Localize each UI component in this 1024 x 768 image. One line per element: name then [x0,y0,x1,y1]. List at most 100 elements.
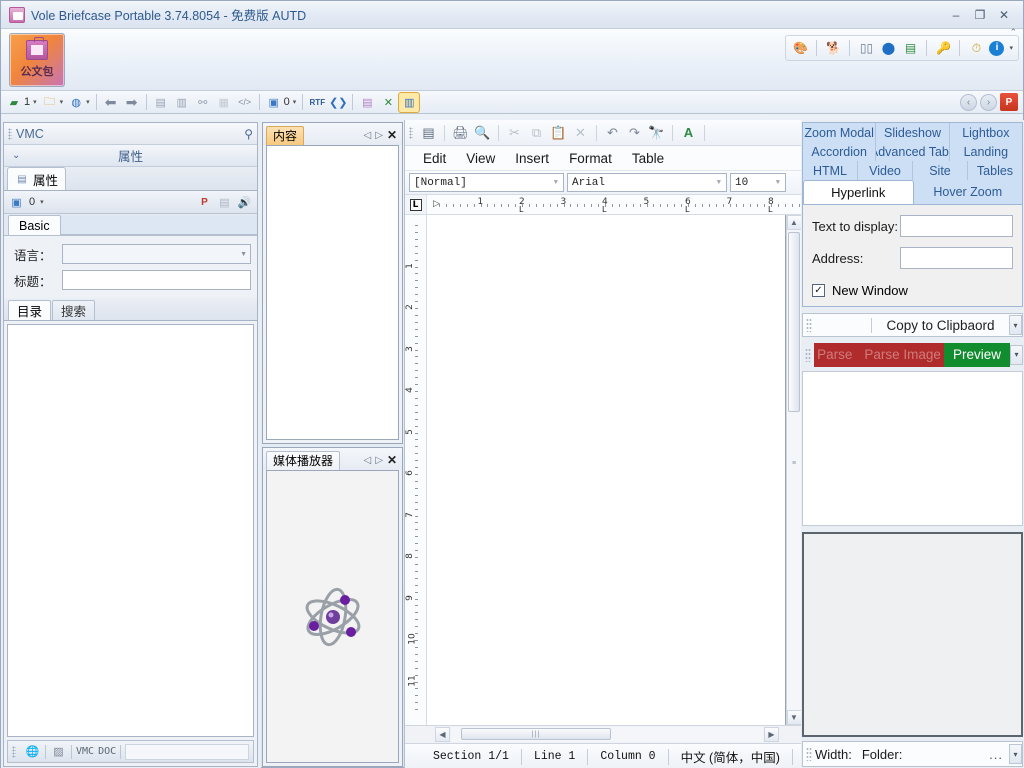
menu-format[interactable]: Format [559,149,622,168]
scroll-split-handle[interactable]: ≡ [789,460,800,469]
title-input[interactable] [62,270,251,290]
dog-icon[interactable]: 🐕 [824,39,842,57]
tab-accordion[interactable]: Accordion [803,142,876,161]
chevron-down-icon[interactable]: ▼ [773,179,783,187]
toolbar-compare-button[interactable]: ❮❯ [328,93,348,112]
parse-image-button[interactable]: Parse Image [864,347,941,362]
new-window-checkbox[interactable]: ✓ [812,284,825,297]
toolbar-window-button[interactable]: ▣ 0 ▾ [264,93,299,112]
chevron-down-icon[interactable]: ▼ [240,251,247,258]
vmc-image-icon[interactable]: ▨ [50,743,67,760]
close-icon[interactable]: ✕ [387,453,397,467]
find-icon[interactable]: 🔭 [646,123,667,143]
scroll-up-button[interactable]: ▲ [787,215,802,230]
tab-advanced-tabs[interactable]: Advanced Tabs [876,142,949,161]
menu-insert[interactable]: Insert [505,149,559,168]
paste-icon[interactable]: 📋 [548,123,569,143]
tab-basic[interactable]: Basic [8,215,61,235]
menu-view[interactable]: View [456,149,505,168]
tab-stop-selector[interactable]: L [405,195,427,214]
chevron-down-icon[interactable]: ▼ [551,179,561,187]
highway-shield-icon[interactable]: ⬤ [879,39,897,57]
close-icon[interactable]: ✕ [387,128,397,142]
copy-to-clipboard-button[interactable]: Copy to Clipbaord [872,318,1009,333]
tab-stop-marker[interactable]: L [519,205,523,214]
next-icon[interactable]: ▷ [375,130,383,141]
close-button[interactable]: ✕ [993,6,1015,24]
contents-tree[interactable] [7,324,254,737]
toolbar-save-page-button[interactable]: ▤ [151,93,171,112]
powerpoint-icon[interactable]: P [196,194,213,211]
indent-marker-icon[interactable]: ▷ [433,198,440,209]
tab-hyperlink[interactable]: Hyperlink [803,180,914,204]
properties-section-header[interactable]: ⌄ 属性 [4,145,257,167]
toolbar-overflow-icon[interactable]: ▾ [1009,315,1022,335]
tab-zoom-modal[interactable]: Zoom Modal [803,123,876,142]
drag-grip-icon[interactable] [805,348,811,362]
maximize-button[interactable]: ❐ [969,6,991,24]
sound-icon[interactable]: 🔊 [236,194,253,211]
tab-tables[interactable]: Tables [968,161,1022,180]
tab-contents[interactable]: 目录 [8,300,51,320]
vertical-scroll-thumb[interactable] [788,232,800,412]
print-preview-icon[interactable]: 🔍 [472,123,493,143]
drag-grip-icon[interactable] [806,318,812,332]
toolbar-disc-button[interactable]: ◍ ▾ [66,93,92,112]
briefcase-app-button[interactable]: 公文包 [9,33,65,87]
globe-icon[interactable]: 🌐 [24,743,41,760]
scroll-right-button[interactable]: ▶ [764,727,779,742]
text-to-display-input[interactable] [900,215,1013,237]
preview-button[interactable]: Preview [944,343,1010,367]
horizontal-scrollbar[interactable]: ◀ ||| ▶ [405,725,801,743]
print-icon[interactable]: 🖨 [450,123,471,143]
tab-landing[interactable]: Landing [950,142,1022,161]
note-icon[interactable]: ▤ [216,194,233,211]
horizontal-scroll-track[interactable]: ||| [451,727,763,742]
drag-grip-icon[interactable] [8,128,12,140]
horizontal-ruler-track[interactable]: 12L34L56L78L9▷ [427,195,801,214]
undo-icon[interactable]: ↶ [602,123,623,143]
tab-search[interactable]: 搜索 [52,300,95,320]
chevron-down-icon[interactable]: ⌄ [12,150,20,161]
tab-media-player[interactable]: 媒体播放器 [266,451,340,470]
more-options-icon[interactable]: ... [989,747,1009,762]
horizontal-scroll-thumb[interactable]: ||| [461,728,611,740]
address-input[interactable] [900,247,1013,269]
toolbar-script-button[interactable]: ✕ [378,93,398,112]
chevron-down-icon[interactable]: ▾ [59,98,64,106]
tab-hover-zoom[interactable]: Hover Zoom [914,180,1023,204]
toolbar-rtf-doc-button[interactable]: ▤ [357,93,377,112]
tab-lightbox[interactable]: Lightbox [950,123,1022,142]
toolbar-overflow-icon[interactable]: ▾ [1010,345,1023,365]
tab-stop-marker[interactable]: L [768,205,772,214]
html-preview-area[interactable] [802,371,1023,526]
ribbon-more-caret[interactable]: ▾ [1008,44,1013,52]
chevron-down-icon[interactable]: ▼ [714,179,724,187]
cut-icon[interactable]: ✂ [504,123,525,143]
media-panel-body[interactable] [266,470,399,763]
vertical-scrollbar[interactable]: ▲ ≡ ▼ [786,215,801,725]
drag-grip-icon[interactable] [806,747,812,761]
palette-icon[interactable]: 🎨 [791,39,809,57]
toolbar-code-button[interactable]: </> [235,93,255,112]
toolbar-folder-button[interactable]: 🗀 ▾ [40,93,66,112]
toolbar-forward-button[interactable]: ➡ [122,93,142,112]
prev-icon[interactable]: ◁ [364,130,372,141]
key-icon[interactable]: 🔑 [934,39,952,57]
parse-button[interactable]: Parse [817,347,852,362]
prev-button[interactable]: ‹ [960,94,977,111]
drag-grip-icon[interactable] [409,127,413,139]
toolbar-link-button[interactable]: ⚯ [193,93,213,112]
tab-html[interactable]: HTML [803,161,858,180]
scroll-left-button[interactable]: ◀ [435,727,450,742]
tab-site[interactable]: Site [913,161,968,180]
columns-icon[interactable]: ▯▯ [857,39,875,57]
chevron-down-icon[interactable]: ▾ [32,98,37,106]
vmc-text-icon[interactable]: VMC [76,746,94,757]
next-button[interactable]: › [980,94,997,111]
menu-edit[interactable]: Edit [413,149,456,168]
document-page[interactable] [427,215,786,725]
minimize-button[interactable]: – [945,6,967,24]
tab-stop-marker[interactable]: L [602,205,606,214]
doc-text-icon[interactable]: DOC [98,746,116,757]
